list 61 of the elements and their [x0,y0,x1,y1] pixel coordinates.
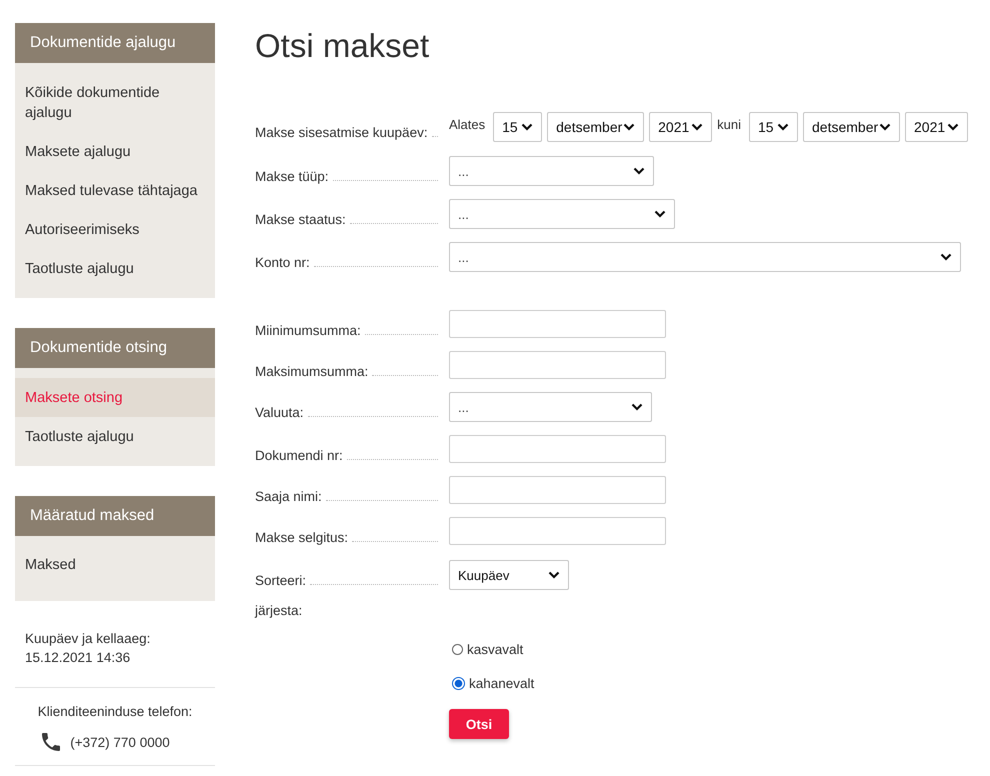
chevron-icon [947,123,959,131]
chevron-icon [521,123,534,131]
field-label: Miinimumsumma: [255,323,361,338]
radio-label[interactable]: kasvavalt [467,642,524,656]
chevron-icon [631,403,643,411]
chevron-icon [633,167,645,175]
field-label: Makse staatus: [255,212,346,227]
search-button[interactable]: Otsi [449,709,509,739]
radio-button[interactable] [452,676,465,690]
sidebar-item[interactable]: Taotluste ajalugu [15,417,215,456]
field-label: Makse sisesatmise kuupäev: [255,125,428,140]
chevron-icon [879,123,891,131]
field-label: Konto nr: [255,255,310,270]
datetime-label: Kuupäev ja kellaaeg: [25,630,152,648]
support-label: Klienditeeninduse telefon: [36,704,194,719]
field-label: Makse tüüp: [255,169,329,184]
sidebar-heading: Dokumentide otsing [15,328,215,368]
field-label: Valuuta: [255,405,304,420]
chevron-icon [777,123,789,131]
input-field[interactable] [449,517,666,545]
field-label: järjesta: [255,603,304,618]
sidebar-item[interactable]: Maksete ajalugu [15,132,215,171]
dropdown[interactable]: 2021 [649,112,712,142]
dropdown[interactable]: ... [449,242,961,272]
dropdown[interactable]: 15 [493,112,542,142]
chevron-icon [654,210,666,218]
dropdown[interactable]: 15 [749,112,798,142]
sidebar-item[interactable]: Taotluste ajalugu [15,249,215,288]
radio-label[interactable]: kahanevalt [469,676,534,690]
to-label: kuni [717,116,742,132]
sidebar-heading: Dokumentide ajalugu [15,23,215,63]
field-label: Maksimumsumma: [255,364,368,379]
from-label: Alates [449,116,486,132]
datetime-value: 15.12.2021 14:36 [25,649,132,667]
dropdown[interactable]: detsember [803,112,900,142]
dropdown[interactable]: 2021 [905,112,968,142]
field-label: Dokumendi nr: [255,448,343,463]
radio-button[interactable] [452,644,463,654]
field-label: Makse selgitus: [255,530,348,545]
sidebar-item[interactable]: Maksed tulevase tähtajaga [15,171,215,210]
page-title: Otsi makset [255,27,430,65]
sidebar-heading: Määratud maksed [15,496,215,536]
phone-number: (+372) 770 0000 [70,734,170,750]
sidebar-item[interactable]: Kõikide dokumentide ajalugu [15,73,215,132]
chevron-icon [623,123,636,131]
phone-icon [42,733,60,751]
chevron-icon [691,123,704,131]
input-field[interactable] [449,351,666,379]
field-label: Sorteeri: [255,573,306,588]
input-field[interactable] [449,435,666,463]
field-label: Saaja nimi: [255,489,322,504]
dropdown[interactable]: Kuupäev [449,560,569,590]
dropdown[interactable]: ... [449,392,652,422]
sidebar-item[interactable]: Autoriseerimiseks [15,210,215,249]
chevron-icon [940,253,952,261]
input-field[interactable] [449,476,666,504]
dropdown[interactable]: ... [449,199,675,229]
dropdown[interactable]: ... [449,156,654,186]
dropdown[interactable]: detsember [547,112,644,142]
chevron-icon [548,571,560,579]
input-field[interactable] [449,310,666,338]
